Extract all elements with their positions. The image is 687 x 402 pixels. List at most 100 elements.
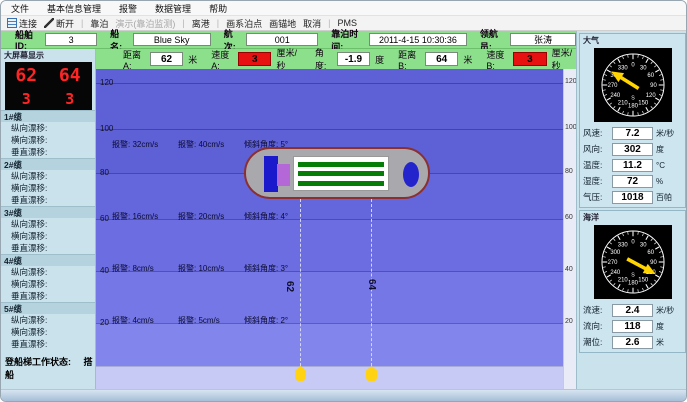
ship-id-label: 船舶ID: <box>15 28 40 51</box>
menu-file[interactable]: 文件 <box>11 2 29 15</box>
measurement-bar: 距离A: 62 米 速度A: 3 厘米/秒 角度: -1.9 度 距离B: 64… <box>96 49 576 69</box>
toolbar-separator: | <box>182 18 184 28</box>
vertical-drift-label: 垂直漂移: <box>1 290 95 302</box>
toolbar-separator: | <box>81 18 83 28</box>
disconnect-icon <box>44 18 54 28</box>
gauge-tick-label: 90 <box>650 83 657 89</box>
pressure-label: 气压: <box>583 191 609 203</box>
gridline <box>96 323 563 324</box>
distance-b-unit: 米 <box>463 53 472 66</box>
wind-speed-row: 风速: 7.2 米/秒 <box>580 125 685 141</box>
gauge-tick-label: 60 <box>647 250 654 256</box>
pressure-unit: 百帕 <box>656 192 682 203</box>
left-sidebar: 大屏幕显示 62 64 3 3 1#缆 纵向漂移: 横向漂移: 垂直漂移: 2#… <box>1 49 96 389</box>
ship-diagram <box>244 147 430 199</box>
ship-name-field[interactable] <box>133 33 211 46</box>
environment-panel: 大气 0306090120150180210240270300330S 风速: … <box>576 31 687 389</box>
voyage-field[interactable] <box>246 33 318 46</box>
ship-id-field[interactable] <box>45 33 97 46</box>
gauge-south-label: S <box>631 96 635 102</box>
right-axis-strip <box>563 69 576 389</box>
current-direction-label: 流向: <box>583 320 609 332</box>
alarm-a: 报警: 16cm/s <box>112 211 158 222</box>
axis-label-right: 60 <box>565 214 573 221</box>
measure-line-a <box>300 199 301 371</box>
axis-label-right: 100 <box>565 124 576 131</box>
axis-label: 80 <box>100 168 109 177</box>
ocean-title: 海洋 <box>580 211 685 224</box>
axis-label: 60 <box>100 214 109 223</box>
alarm-a: 报警: 32cm/s <box>112 139 158 150</box>
display-speed-b: 3 <box>65 90 74 108</box>
big-display-title: 大屏幕显示 <box>1 49 95 62</box>
lateral-drift-label: 横向漂移: <box>1 278 95 290</box>
angle-unit: 度 <box>375 53 384 66</box>
disconnect-button[interactable]: 断开 <box>44 17 74 30</box>
menu-basic-info[interactable]: 基本信息管理 <box>47 2 101 15</box>
alarm-b: 报警: 40cm/s <box>178 139 224 150</box>
gauge-tick-label: 180 <box>628 103 639 109</box>
gauge-tick-label: 240 <box>610 270 621 276</box>
speed-b-value: 3 <box>513 52 546 66</box>
distance-a-unit: 米 <box>188 53 197 66</box>
toolbar-separator: | <box>328 18 330 28</box>
depart-button[interactable]: 离港 <box>192 17 210 30</box>
gauge-tick-label: 270 <box>607 260 618 266</box>
hatch-stripe <box>298 171 384 176</box>
current-direction-unit: 度 <box>656 321 682 332</box>
wind-direction-label: 风向: <box>583 143 609 155</box>
vertical-drift-label: 垂直漂移: <box>1 338 95 350</box>
toolbar-separator: | <box>217 18 219 28</box>
pilot-field[interactable] <box>510 33 576 46</box>
vertical-drift-label: 垂直漂移: <box>1 242 95 254</box>
alarm-a: 报警: 4cm/s <box>112 315 154 326</box>
berth-time-field[interactable] <box>369 33 467 46</box>
humidity-row: 湿度: 72 % <box>580 173 685 189</box>
display-distance-b: 64 <box>59 65 81 86</box>
gauge-tick-label: 90 <box>650 260 657 266</box>
pressure-row: 气压: 1018 百帕 <box>580 189 685 205</box>
gauge-tick-label: 150 <box>638 278 649 284</box>
ship-bow <box>403 162 419 187</box>
pressure-value: 1018 <box>612 191 653 204</box>
axis-label-right: 20 <box>565 318 573 325</box>
current-speed-row: 流速: 2.4 米/秒 <box>580 302 685 318</box>
tilt-angle: 倾斜角度: 4° <box>244 211 288 222</box>
axis-label: 120 <box>100 78 113 87</box>
menu-help[interactable]: 帮助 <box>209 2 227 15</box>
hatch-stripe <box>298 162 384 167</box>
speed-a-value: 3 <box>238 52 271 66</box>
longitudinal-drift-label: 纵向漂移: <box>1 266 95 278</box>
gangway-status: 登船梯工作状态: 搭船 <box>1 355 95 381</box>
gauge-tick-label: 300 <box>610 250 621 256</box>
hatch-stripe <box>298 181 384 186</box>
alarm-b: 报警: 5cm/s <box>178 315 220 326</box>
display-distance-a: 62 <box>15 65 37 86</box>
alarm-a: 报警: 8cm/s <box>112 263 154 274</box>
menu-alarm[interactable]: 报警 <box>119 2 137 15</box>
distance-a-value: 62 <box>150 52 183 66</box>
axis-label: 20 <box>100 318 109 327</box>
gauge-tick-label: 120 <box>645 93 656 99</box>
gauge-tick-label: 330 <box>617 242 628 248</box>
plot-band <box>96 219 563 271</box>
wind-direction-row: 风向: 302 度 <box>580 141 685 157</box>
gauge-tick-label: 240 <box>610 93 621 99</box>
lateral-drift-label: 横向漂移: <box>1 134 95 146</box>
wind-speed-value: 7.2 <box>612 127 653 140</box>
current-speed-value: 2.4 <box>612 304 653 317</box>
berthing-monitor-window: 文件 基本信息管理 报警 数据管理 帮助 连接 断开 | 靠泊 演示(靠泊监测)… <box>0 0 687 402</box>
measure-line-a-label: 62 <box>284 281 295 292</box>
berthing-plot: 120 100 80 60 40 20 120 100 80 60 40 20 … <box>96 69 576 389</box>
menu-data-mgmt[interactable]: 数据管理 <box>155 2 191 15</box>
big-screen-display: 62 64 3 3 <box>5 62 92 110</box>
cancel-button[interactable]: 取消 <box>303 17 321 30</box>
draw-anchorage-button[interactable]: 画锚地 <box>269 17 296 30</box>
longitudinal-drift-label: 纵向漂移: <box>1 218 95 230</box>
axis-label: 40 <box>100 266 109 275</box>
longitudinal-drift-label: 纵向漂移: <box>1 314 95 326</box>
berth-button[interactable]: 靠泊 <box>90 17 108 30</box>
gridline <box>96 219 563 220</box>
tilt-angle: 倾斜角度: 2° <box>244 315 288 326</box>
cable-section-3: 3#缆 纵向漂移: 横向漂移: 垂直漂移: <box>1 206 95 254</box>
